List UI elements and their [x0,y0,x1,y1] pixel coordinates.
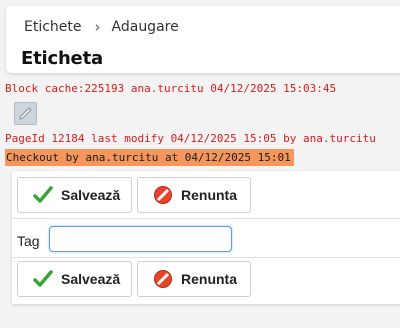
cancel-button[interactable]: Renunta [137,177,251,213]
chevron-right-icon: › [94,18,101,36]
cancel-button-label: Renunta [181,271,237,287]
pencil-icon[interactable] [14,102,37,125]
save-button[interactable]: Salvează [17,177,132,213]
divider [12,257,400,258]
page-title: Eticheta [21,48,103,69]
save-button-label: Salvează [61,271,121,287]
tag-input[interactable] [49,226,232,252]
form-panel: Salvează Renunta Tag Salvează Renunta [12,171,400,304]
breadcrumb: Etichete › Adaugare [24,18,179,36]
divider [12,218,400,219]
page-info: PageId 12184 last modify 04/12/2025 15:0… [5,132,376,145]
checkout-badge: Checkout by ana.turcitu at 04/12/2025 15… [5,149,294,166]
breadcrumb-parent-link[interactable]: Etichete [24,19,82,35]
forbidden-icon [152,268,174,290]
cache-info: Block cache:225193 ana.turcitu 04/12/202… [5,82,337,95]
forbidden-icon [152,184,174,206]
breadcrumb-current: Adaugare [111,19,179,35]
save-button-label: Salvează [61,187,121,203]
tag-label: Tag [17,233,40,249]
check-icon [32,184,54,206]
check-icon [32,268,54,290]
save-button-bottom[interactable]: Salvează [17,261,132,297]
header-card: Etichete › Adaugare Eticheta [6,6,400,73]
cancel-button-label: Renunta [181,187,237,203]
cancel-button-bottom[interactable]: Renunta [137,261,251,297]
